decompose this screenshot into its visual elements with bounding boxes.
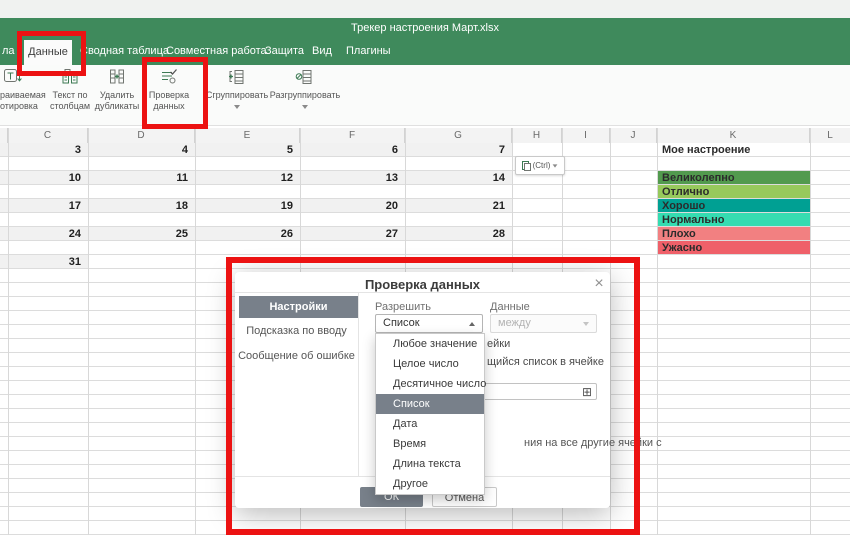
ungroup-button[interactable]: Разгруппировать: [268, 67, 342, 123]
dialog-tab-settings[interactable]: Настройки: [239, 296, 358, 318]
mood-cell[interactable]: Плохо: [657, 227, 810, 241]
cell-c-day[interactable]: 31: [8, 255, 88, 269]
tab-pivot-table[interactable]: Сводная таблица: [80, 45, 169, 57]
gridline: [88, 128, 89, 535]
gridline: [610, 128, 611, 535]
top-strip: [0, 0, 850, 18]
gridline: [195, 128, 196, 535]
cell-g-day[interactable]: 7: [405, 143, 512, 157]
cell-c-day[interactable]: 24: [8, 227, 88, 241]
mood-cell[interactable]: Ужасно: [657, 241, 810, 255]
cell-c-day[interactable]: 3: [8, 143, 88, 157]
data-label: Данные: [490, 301, 530, 313]
checkbox-text-fragment: щийся список в ячейке: [487, 356, 604, 368]
cell-d-day[interactable]: 18: [88, 199, 195, 213]
dialog-sidebar-divider: [358, 292, 359, 476]
paste-options-caret: [553, 164, 558, 167]
gridline: [810, 128, 811, 535]
cell-f-day[interactable]: 13: [300, 171, 405, 185]
cell-c-day[interactable]: 10: [8, 171, 88, 185]
dropdown-option-other[interactable]: Другое: [376, 474, 484, 494]
column-header-j[interactable]: J: [610, 128, 657, 143]
tab-data[interactable]: Данные: [24, 40, 72, 65]
column-header-c[interactable]: C: [8, 128, 88, 143]
dropdown-option-list[interactable]: Список: [376, 394, 484, 414]
column-header-stub: [0, 128, 8, 143]
cell-d-day[interactable]: 11: [88, 171, 195, 185]
tab-plugins[interactable]: Плагины: [346, 45, 391, 57]
mood-cell[interactable]: Нормально: [657, 213, 810, 227]
cell-f-day[interactable]: 27: [300, 227, 405, 241]
cell-d-day[interactable]: 4: [88, 143, 195, 157]
dropdown-option-date[interactable]: Дата: [376, 414, 484, 434]
mood-cell[interactable]: Отлично: [657, 185, 810, 199]
column-header-i[interactable]: I: [562, 128, 610, 143]
cell-g-day[interactable]: 28: [405, 227, 512, 241]
chevron-up-icon: [469, 322, 475, 326]
group-button[interactable]: Сгруппировать: [203, 67, 271, 123]
allow-label: Разрешить: [375, 301, 431, 313]
cell-g-day[interactable]: 14: [405, 171, 512, 185]
ungroup-dropdown-caret: [302, 105, 308, 109]
data-select: между: [490, 314, 597, 333]
column-header-h[interactable]: H: [512, 128, 562, 143]
dropdown-option-whole-number[interactable]: Целое число: [376, 354, 484, 374]
cell-f-day[interactable]: 6: [300, 143, 405, 157]
tab-view[interactable]: Вид: [312, 45, 332, 57]
text-to-columns-icon: [60, 67, 80, 87]
dialog-title-divider: [235, 292, 610, 293]
column-header-e[interactable]: E: [195, 128, 300, 143]
tab-formula-partial[interactable]: ла: [2, 45, 15, 57]
dialog-title: Проверка данных: [235, 277, 610, 292]
clipboard-icon: [522, 160, 531, 171]
dialog-close-icon[interactable]: ×: [591, 276, 607, 292]
cell-e-day[interactable]: 26: [195, 227, 300, 241]
column-header-l[interactable]: L: [810, 128, 850, 143]
apply-text-fragment: ния на все другие ячейки с: [524, 437, 662, 449]
tab-collaboration[interactable]: Совместная работа: [166, 45, 267, 57]
tab-protection[interactable]: Защита: [265, 45, 304, 57]
dialog-tab-input-message[interactable]: Подсказка по вводу: [235, 325, 358, 337]
column-header-d[interactable]: D: [88, 128, 195, 143]
gridline: [657, 128, 658, 535]
dropdown-option-time[interactable]: Время: [376, 434, 484, 454]
window-title: Трекер настроения Март.xlsx: [0, 22, 850, 34]
dialog-tab-error-alert[interactable]: Сообщение об ошибке: [235, 350, 358, 362]
dropdown-option-text-length[interactable]: Длина текста: [376, 454, 484, 474]
select-range-icon[interactable]: ⊞: [582, 385, 592, 399]
checkbox-text-fragment: ейки: [487, 338, 510, 350]
gridline: [8, 128, 9, 535]
mood-cell[interactable]: Хорошо: [657, 199, 810, 213]
cell-d-day[interactable]: 25: [88, 227, 195, 241]
mood-header-cell[interactable]: Мое настроение: [657, 143, 810, 157]
column-header-k[interactable]: K: [657, 128, 810, 143]
column-header-f[interactable]: F: [300, 128, 405, 143]
cell-g-day[interactable]: 21: [405, 199, 512, 213]
remove-duplicates-icon: [107, 67, 127, 87]
dropdown-option-any[interactable]: Любое значение: [376, 334, 484, 354]
allow-dropdown-list: Любое значение Целое число Десятичное чи…: [375, 333, 485, 495]
spreadsheet-app-window: Трекер настроения Март.xlsx ла Данные Св…: [0, 0, 850, 535]
cell-e-day[interactable]: 5: [195, 143, 300, 157]
chevron-down-icon: [583, 322, 589, 326]
dropdown-option-decimal[interactable]: Десятичное число: [376, 374, 484, 394]
paste-options-button[interactable]: (Ctrl): [515, 156, 565, 175]
group-icon: [227, 67, 247, 87]
data-validation-button[interactable]: Проверка данных: [140, 67, 198, 123]
data-validation-icon: [159, 67, 179, 87]
column-header-g[interactable]: G: [405, 128, 512, 143]
cell-c-day[interactable]: 17: [8, 199, 88, 213]
group-dropdown-caret: [234, 105, 240, 109]
mood-cell[interactable]: Великолепно: [657, 171, 810, 185]
remove-duplicates-button[interactable]: Удалить дубликаты: [88, 67, 146, 123]
allow-select[interactable]: Список: [375, 314, 483, 333]
ungroup-icon: [295, 67, 315, 87]
cell-e-day[interactable]: 19: [195, 199, 300, 213]
cell-e-day[interactable]: 12: [195, 171, 300, 185]
custom-sort-icon: [3, 67, 23, 87]
cell-f-day[interactable]: 20: [300, 199, 405, 213]
